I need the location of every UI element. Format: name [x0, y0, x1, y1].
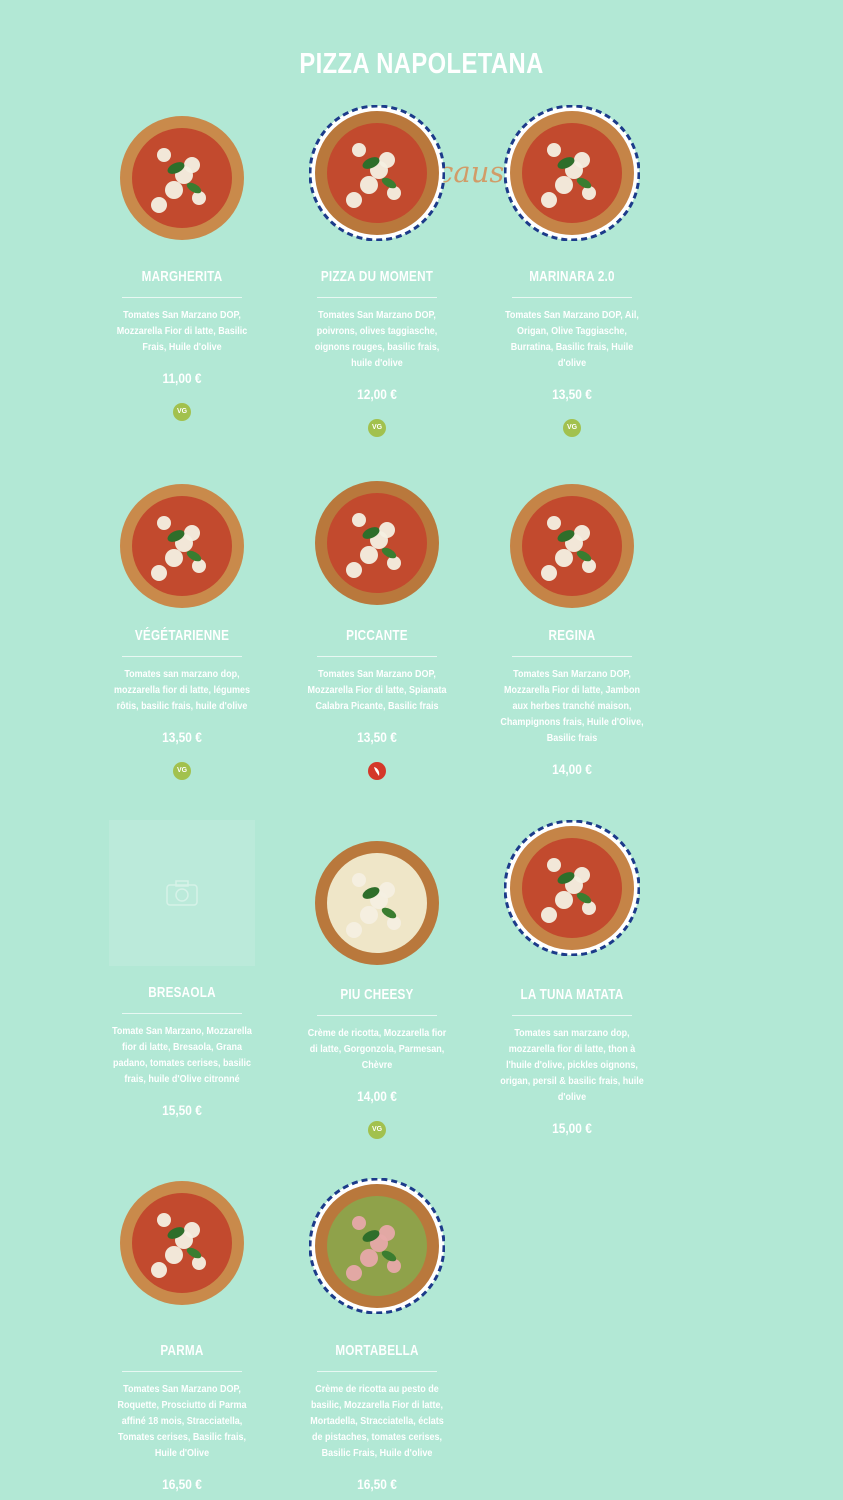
pizza-description: Tomate San Marzano, Mozzarella fior di l… — [112, 1026, 252, 1085]
divider — [317, 1015, 437, 1016]
pizza-price: 13,50 € — [162, 729, 202, 745]
pizza-vegetarienne-image — [114, 478, 250, 614]
vegetarian-badge: VG — [368, 1121, 386, 1139]
pizza-card: LA TUNA MATATA Tomates san marzano dop, m… — [482, 820, 662, 1136]
pizza-description: Tomates San Marzano DOP, Mozzarella Fior… — [307, 669, 447, 712]
pizza-name: PIU CHEESY — [340, 986, 414, 1003]
vegetarian-badge: VG — [173, 762, 191, 780]
divider — [122, 1371, 242, 1372]
pizza-name: MARINARA 2.0 — [529, 268, 615, 285]
pizza-mortabella-image — [309, 1178, 445, 1314]
divider — [512, 1015, 632, 1016]
pizza-card: REGINA Tomates San Marzano DOP, Mozzarell… — [482, 478, 662, 777]
pizza-name: MORTABELLA — [335, 1342, 419, 1359]
divider — [122, 297, 242, 298]
pizza-margherita-image — [114, 110, 250, 246]
vegetarian-badge: VG — [173, 403, 191, 421]
pizza-piu-cheesy-image — [309, 835, 445, 971]
pizza-price: 15,50 € — [162, 1102, 202, 1118]
divider — [317, 1371, 437, 1372]
pizza-description: Tomates San Marzano DOP, Mozzarella Fior… — [500, 669, 644, 744]
pizza-card: MORTABELLA Crème de ricotta au pesto de b… — [287, 1178, 467, 1492]
pizza-parma-image — [114, 1175, 250, 1311]
pizza-card: MARGHERITA Tomates San Marzano DOP, Mozza… — [92, 110, 272, 421]
pizza-price: 13,50 € — [357, 729, 397, 745]
vegetarian-badge: VG — [368, 419, 386, 437]
pizza-price: 14,00 € — [552, 761, 592, 777]
chili-pepper-icon — [368, 762, 386, 780]
pizza-price: 12,00 € — [357, 386, 397, 402]
pizza-card: PICCANTE Tomates San Marzano DOP, Mozzare… — [287, 475, 467, 780]
divider — [317, 656, 437, 657]
page-title: PIZZA NAPOLETANA — [299, 48, 544, 80]
divider — [512, 297, 632, 298]
pizza-card: PARMA Tomates San Marzano DOP, Roquette, … — [92, 1175, 272, 1492]
pizza-description: Tomates San Marzano DOP, poivrons, olive… — [314, 310, 440, 369]
vegetarian-badge: VG — [563, 419, 581, 437]
pizza-description: Tomates san marzano dop, mozzarella fior… — [500, 1028, 644, 1103]
pizza-card: BRESAOLA Tomate San Marzano, Mozzarella f… — [92, 820, 272, 1118]
pizza-name: BRESAOLA — [148, 984, 216, 1001]
pizza-card: PIZZA DU MOMENT Tomates San Marzano DOP, … — [287, 105, 467, 437]
pizza-name: MARGHERITA — [141, 268, 223, 285]
pizza-description: Tomates San Marzano DOP, Mozzarella Fior… — [116, 310, 248, 353]
pizza-description: Crème de ricotta, Mozzarella fior di lat… — [307, 1028, 447, 1071]
pizza-card: VÉGÉTARIENNE Tomates san marzano dop, moz… — [92, 478, 272, 780]
pizza-price: 14,00 € — [357, 1088, 397, 1104]
pizza-name: PICCANTE — [346, 627, 408, 644]
divider — [317, 297, 437, 298]
pizza-regina-image — [504, 478, 640, 614]
pizza-description: Tomates san marzano dop, mozzarella fior… — [113, 669, 251, 712]
pizza-price: 13,50 € — [552, 386, 592, 402]
divider — [122, 656, 242, 657]
pizza-card: MARINARA 2.0 Tomates San Marzano DOP, Ail… — [482, 105, 662, 437]
pizza-piccante-image — [309, 475, 445, 611]
pizza-marinara-image — [504, 105, 640, 241]
pizza-price: 16,50 € — [357, 1476, 397, 1492]
camera-placeholder-icon — [109, 820, 255, 966]
pizza-description: Crème de ricotta au pesto de basilic, Mo… — [310, 1384, 444, 1459]
pizza-name: PARMA — [160, 1342, 204, 1359]
pizza-du-moment-image — [309, 105, 445, 241]
pizza-tuna-matata-image — [504, 820, 640, 956]
pizza-price: 15,00 € — [552, 1120, 592, 1136]
pizza-description: Tomates San Marzano DOP, Ail, Origan, Ol… — [505, 310, 639, 369]
pizza-price: 11,00 € — [162, 370, 202, 386]
divider — [122, 1013, 242, 1014]
pizza-name: PIZZA DU MOMENT — [320, 268, 434, 285]
pizza-name: VÉGÉTARIENNE — [134, 627, 230, 644]
pizza-card: PIU CHEESY Crème de ricotta, Mozzarella f… — [287, 835, 467, 1139]
divider — [512, 656, 632, 657]
pizza-name: LA TUNA MATATA — [520, 986, 624, 1003]
pizza-price: 16,50 € — [162, 1476, 202, 1492]
pizza-description: Tomates San Marzano DOP, Roquette, Prosc… — [117, 1384, 247, 1459]
pizza-name: REGINA — [548, 627, 596, 644]
